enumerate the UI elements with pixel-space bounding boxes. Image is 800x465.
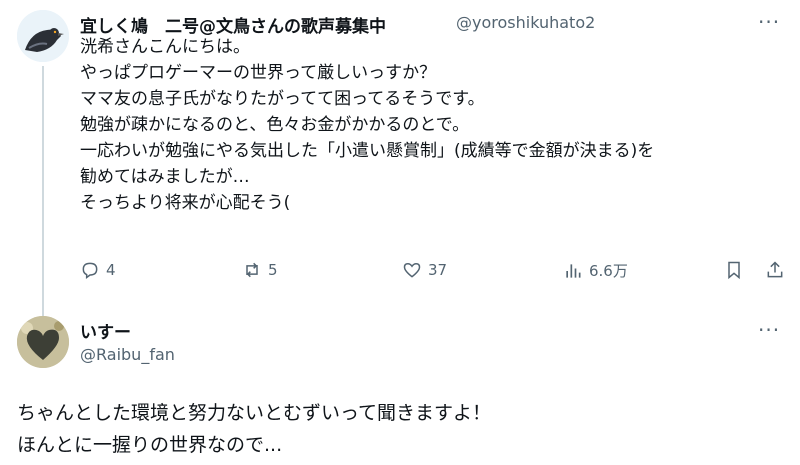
tweet-line: 一応わいが勉強にやる気出した「小遣い懸賞制」(成績等で金額が決まる)を <box>80 141 655 161</box>
reply-icon <box>82 262 98 279</box>
repost-icon <box>246 262 258 278</box>
user-handle[interactable]: @yoroshikuhato2 <box>456 13 595 32</box>
bookmark-button[interactable] <box>724 260 750 280</box>
heart-avatar <box>17 316 69 368</box>
user-handle[interactable]: @Raibu_fan <box>80 345 175 364</box>
bookmark-icon <box>728 261 740 280</box>
tweet-line: やっぱプロゲーマーの世界って厳しいっすか？ <box>80 63 437 83</box>
like-count: 37 <box>428 261 448 279</box>
display-name[interactable]: いすー <box>80 318 131 343</box>
repost-button[interactable]: 5 <box>242 260 278 280</box>
like-button[interactable]: 37 <box>402 260 447 280</box>
more-options-icon[interactable]: ··· <box>758 12 780 32</box>
reply-line: ほんとに一握りの世界なので... <box>17 434 283 456</box>
thread-line <box>42 66 44 328</box>
like-icon <box>403 262 421 278</box>
tweet-line: 勧めてはみましたが… <box>80 167 250 187</box>
user-avatar[interactable] <box>17 316 69 368</box>
pigeon-avatar <box>17 10 69 62</box>
more-options-icon[interactable]: ··· <box>758 320 780 340</box>
share-button[interactable] <box>765 260 791 280</box>
tweet-line: ママ友の息子氏がなりたがってて困ってるそうです。 <box>80 89 485 109</box>
reply-button[interactable]: 4 <box>80 260 116 280</box>
reply-count: 4 <box>106 261 116 279</box>
user-avatar[interactable] <box>17 10 69 62</box>
views-icon <box>566 263 581 278</box>
tweet-line: そっちより将来が心配そう( <box>80 193 291 213</box>
tweet-text: 洸希さんこんにちは。 やっぱプロゲーマーの世界って厳しいっすか？ ママ友の息子氏… <box>80 34 654 216</box>
tweet-line: 勉強が疎かになるのと、色々お金がかかるのとで。 <box>80 115 470 135</box>
tweet-line: 洸希さんこんにちは。 <box>80 37 250 57</box>
views-button[interactable]: 6.6万 <box>563 260 628 281</box>
reply-line: ちゃんとした環境と努力ないとむずいって聞きますよ！ <box>17 402 492 424</box>
repost-count: 5 <box>268 261 278 279</box>
share-icon <box>767 261 783 278</box>
views-count: 6.6万 <box>589 262 628 280</box>
